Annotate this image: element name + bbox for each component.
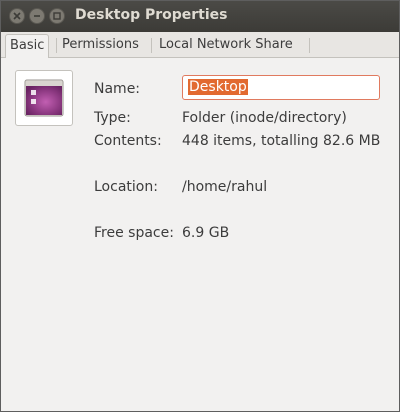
close-icon — [13, 12, 21, 20]
window-title: Desktop Properties — [75, 7, 228, 23]
location-value: /home/rahul — [182, 179, 268, 195]
titlebar[interactable]: Desktop Properties — [1, 1, 399, 32]
minimize-icon — [34, 15, 40, 17]
name-field[interactable]: Desktop — [182, 75, 380, 100]
contents-value: 448 items, totalling 82.6 MB — [182, 133, 381, 149]
properties-window: Desktop Properties Basic Permissions Loc… — [0, 0, 400, 412]
folder-icon-button[interactable] — [15, 70, 73, 126]
type-label: Type: — [94, 110, 131, 126]
name-label: Name: — [94, 81, 141, 97]
free-space-label: Free space: — [94, 225, 174, 241]
tab-separator — [309, 38, 310, 53]
tab-separator — [56, 38, 57, 53]
name-field-value: Desktop — [188, 79, 248, 95]
tab-local-network-share[interactable]: Local Network Share — [155, 34, 297, 56]
folder-desktop-icon — [24, 79, 64, 117]
basic-panel: Name: Desktop Type: Folder (inode/direct… — [1, 58, 399, 411]
minimize-button[interactable] — [29, 8, 45, 24]
tab-separator — [151, 38, 152, 53]
type-value: Folder (inode/directory) — [182, 110, 347, 126]
maximize-button[interactable] — [49, 8, 65, 24]
free-space-value: 6.9 GB — [182, 225, 230, 241]
tab-permissions[interactable]: Permissions — [58, 34, 143, 56]
tab-basic[interactable]: Basic — [5, 34, 50, 58]
location-label: Location: — [94, 179, 158, 195]
close-button[interactable] — [9, 8, 25, 24]
contents-label: Contents: — [94, 133, 162, 149]
maximize-icon — [53, 12, 61, 20]
tab-bar: Basic Permissions Local Network Share — [1, 32, 399, 58]
